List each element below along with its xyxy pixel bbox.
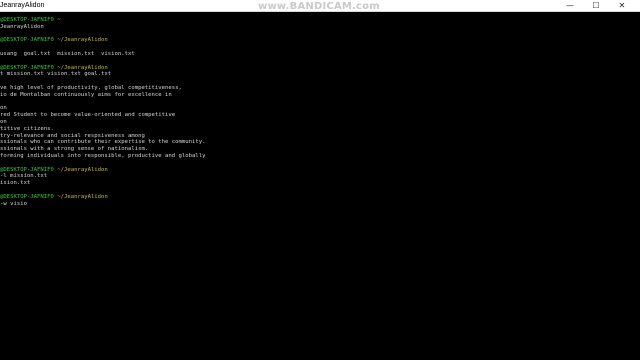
terminal-output-line: ision.txt — [0, 180, 31, 187]
prompt-path: ~/JeanrayAlidon — [57, 64, 108, 71]
prompt-user-host: @DESKTOP-JAFNIF0 — [0, 37, 54, 44]
title-bar[interactable]: JeanrayAlidon www.BANDICAM.com — ☐ ✕ — [0, 0, 640, 12]
terminal-output-line: usang goal.txt mission.txt vision.txt — [0, 51, 135, 57]
prompt-user-host: @DESKTOP-JAFNIF0 — [0, 64, 54, 71]
prompt-user-host: @DESKTOP-JAFNIF0 — [0, 166, 54, 173]
terminal-output-line: io de Montalban continuously aims for ex… — [0, 91, 172, 98]
terminal-prompt-line: @DESKTOP-JAFNIF0 ~/JeanrayAlidon — [0, 37, 108, 44]
terminal-output-line: red Student to become value-oriented and… — [0, 112, 176, 119]
prompt-path: ~/JeanrayAlidon — [57, 193, 108, 200]
terminal-window: JeanrayAlidon www.BANDICAM.com — ☐ ✕ @DE… — [0, 0, 640, 360]
prompt-user-host: @DESKTOP-JAFNIF0 — [0, 17, 54, 23]
window-title: JeanrayAlidon — [0, 2, 45, 9]
terminal-output[interactable]: @DESKTOP-JAFNIF0 ~ JeanrayAlidon @DESKTOP-… — [0, 13, 640, 360]
terminal-output-line: JeanrayAlidon — [0, 23, 44, 30]
terminal-output-line: -w visio — [0, 200, 27, 207]
prompt-path: ~/JeanrayAlidon — [57, 166, 108, 173]
terminal-output-line: t mission.txt vision.txt goal.txt — [0, 71, 112, 78]
minimize-button[interactable]: — — [560, 0, 580, 12]
terminal-output-line: forming individuals into responsible, pr… — [0, 153, 206, 159]
close-button[interactable]: ✕ — [612, 0, 632, 12]
prompt-path: ~ — [57, 17, 61, 23]
prompt-user-host: @DESKTOP-JAFNIF0 — [0, 193, 54, 200]
recording-watermark: www.BANDICAM.com — [258, 1, 380, 12]
prompt-path: ~/JeanrayAlidon — [57, 37, 108, 44]
maximize-button[interactable]: ☐ — [586, 0, 606, 12]
